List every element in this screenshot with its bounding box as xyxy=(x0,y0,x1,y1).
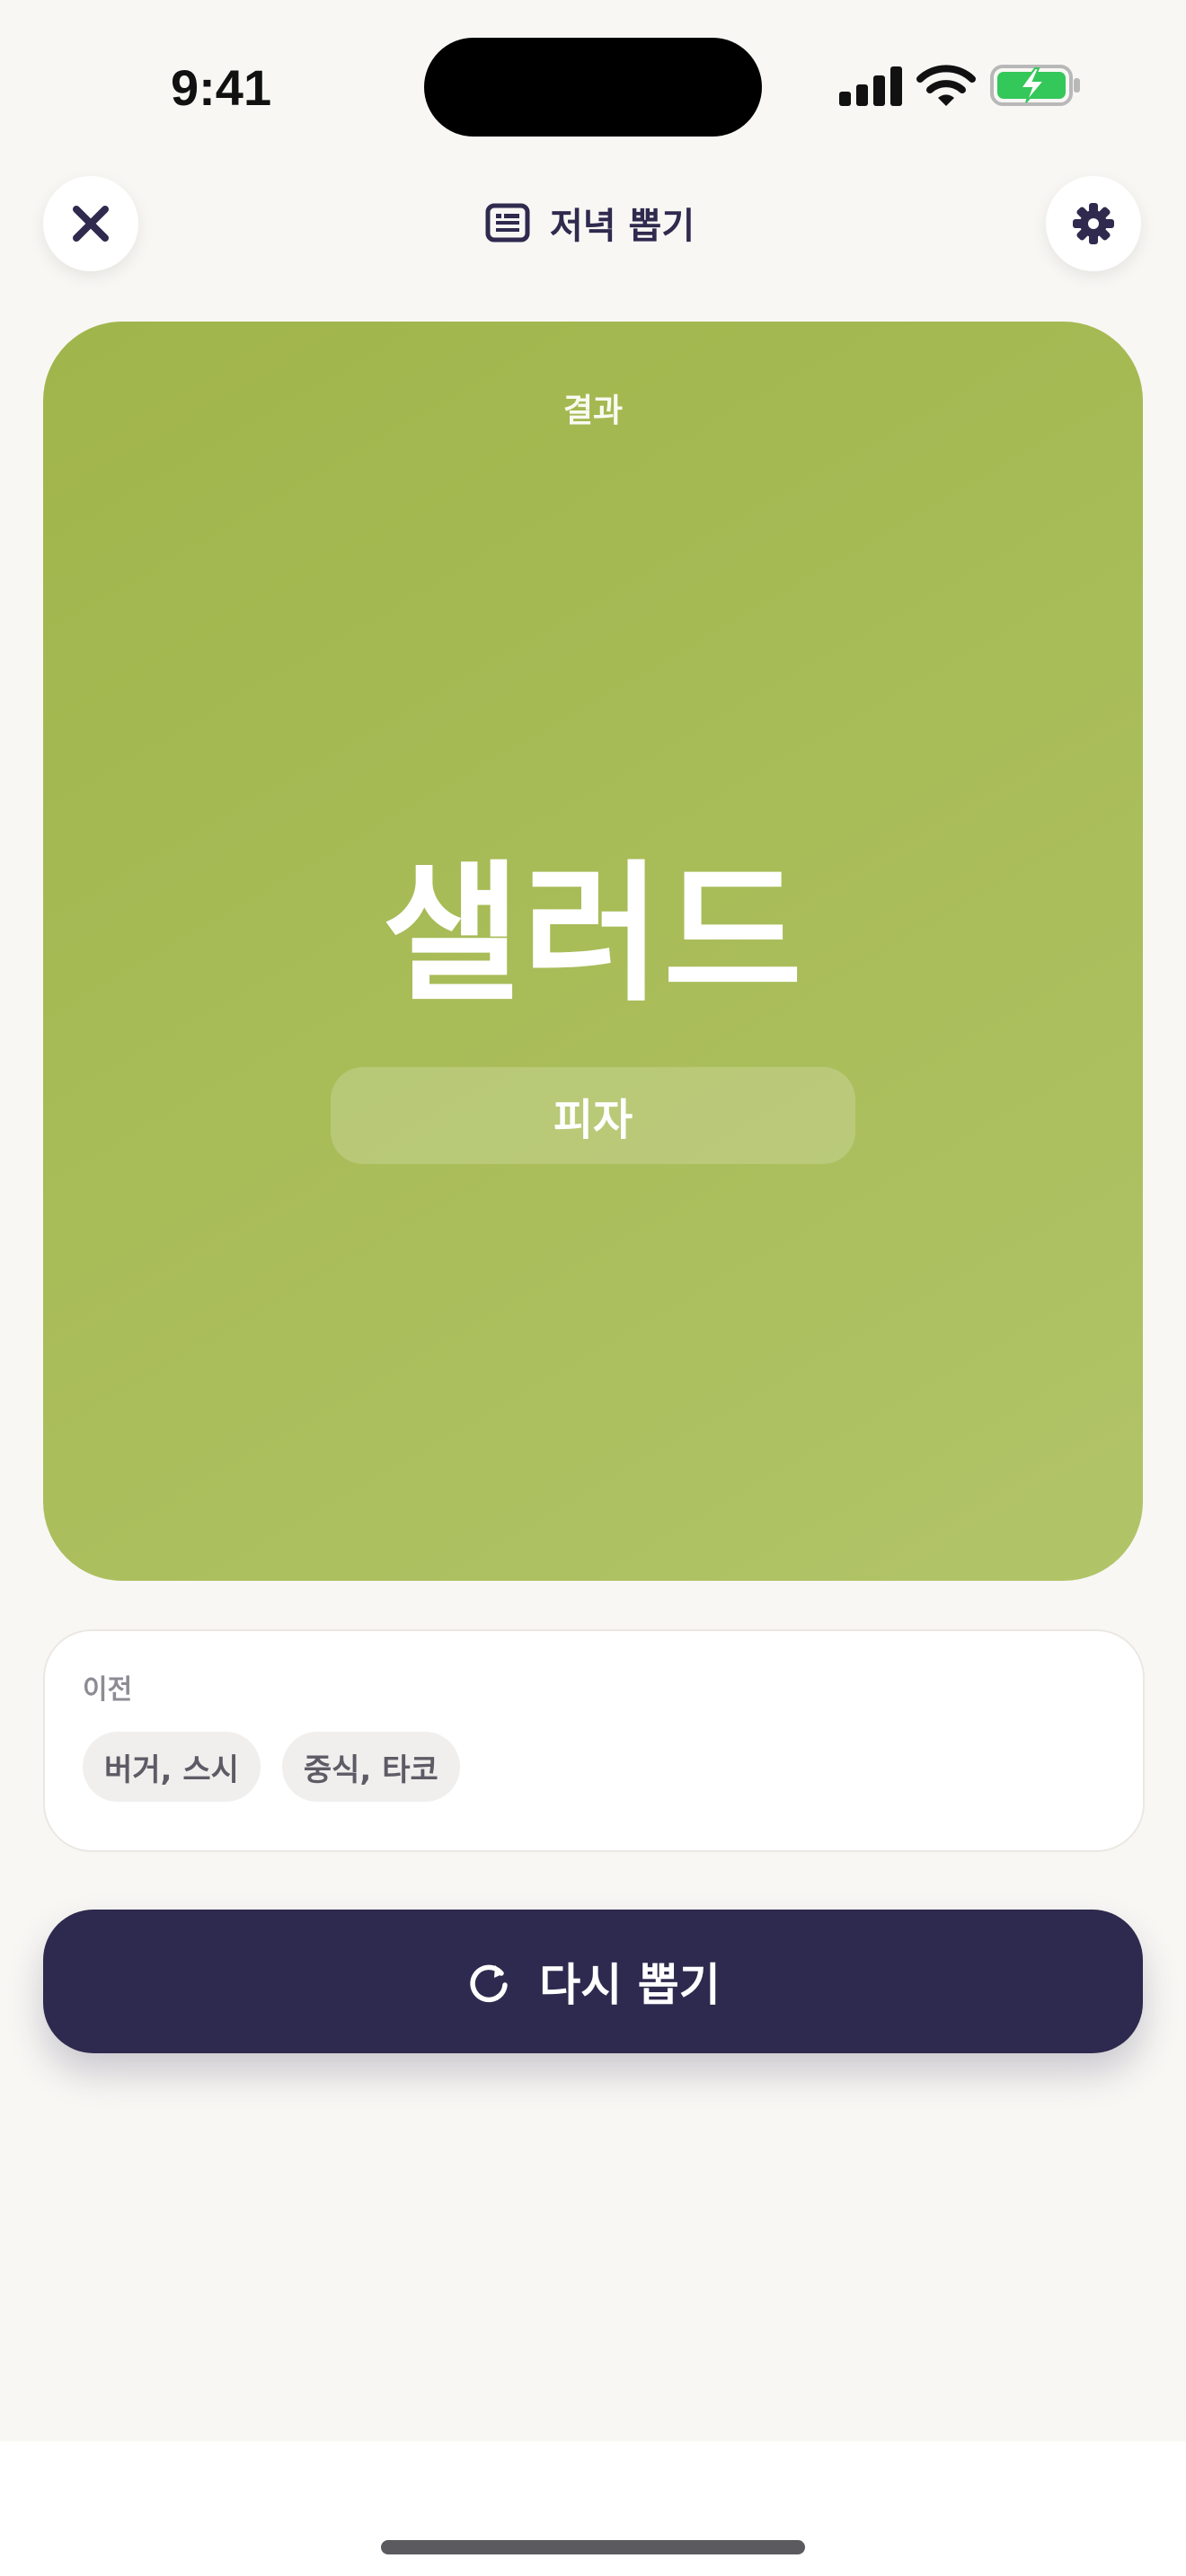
wifi-icon xyxy=(916,65,976,106)
history-chip-list: 버거, 스시 중식, 타코 xyxy=(83,1732,460,1802)
history-card: 이전 버거, 스시 중식, 타코 xyxy=(43,1629,1145,1852)
header-title: 저녁 뽑기 xyxy=(485,190,719,255)
result-sub-chip: 피자 xyxy=(331,1067,855,1164)
cellular-signal-icon xyxy=(839,66,902,106)
page-title: 저녁 뽑기 xyxy=(550,206,695,247)
result-card: 결과 샐러드 피자 xyxy=(43,322,1143,1581)
history-label: 이전 xyxy=(83,1674,133,1706)
redraw-button[interactable]: 다시 뽑기 xyxy=(43,1910,1143,2053)
settings-button[interactable] xyxy=(1046,176,1141,271)
close-icon xyxy=(73,206,109,242)
list-card-icon xyxy=(485,203,530,243)
history-chip[interactable]: 버거, 스시 xyxy=(83,1732,261,1802)
home-indicator[interactable] xyxy=(381,2540,805,2554)
result-main-text: 샐러드 xyxy=(382,846,804,1022)
history-chip[interactable]: 중식, 타코 xyxy=(281,1732,460,1802)
dynamic-island xyxy=(424,38,762,137)
gear-icon xyxy=(1073,203,1114,244)
result-label: 결과 xyxy=(562,393,624,429)
refresh-icon xyxy=(470,1964,509,2003)
status-time: 9:41 xyxy=(171,59,272,116)
redraw-label: 다시 뽑기 xyxy=(539,1959,721,2011)
battery-charging-icon xyxy=(990,65,1080,106)
bottom-panel xyxy=(0,2441,1186,2576)
close-button[interactable] xyxy=(43,176,138,271)
